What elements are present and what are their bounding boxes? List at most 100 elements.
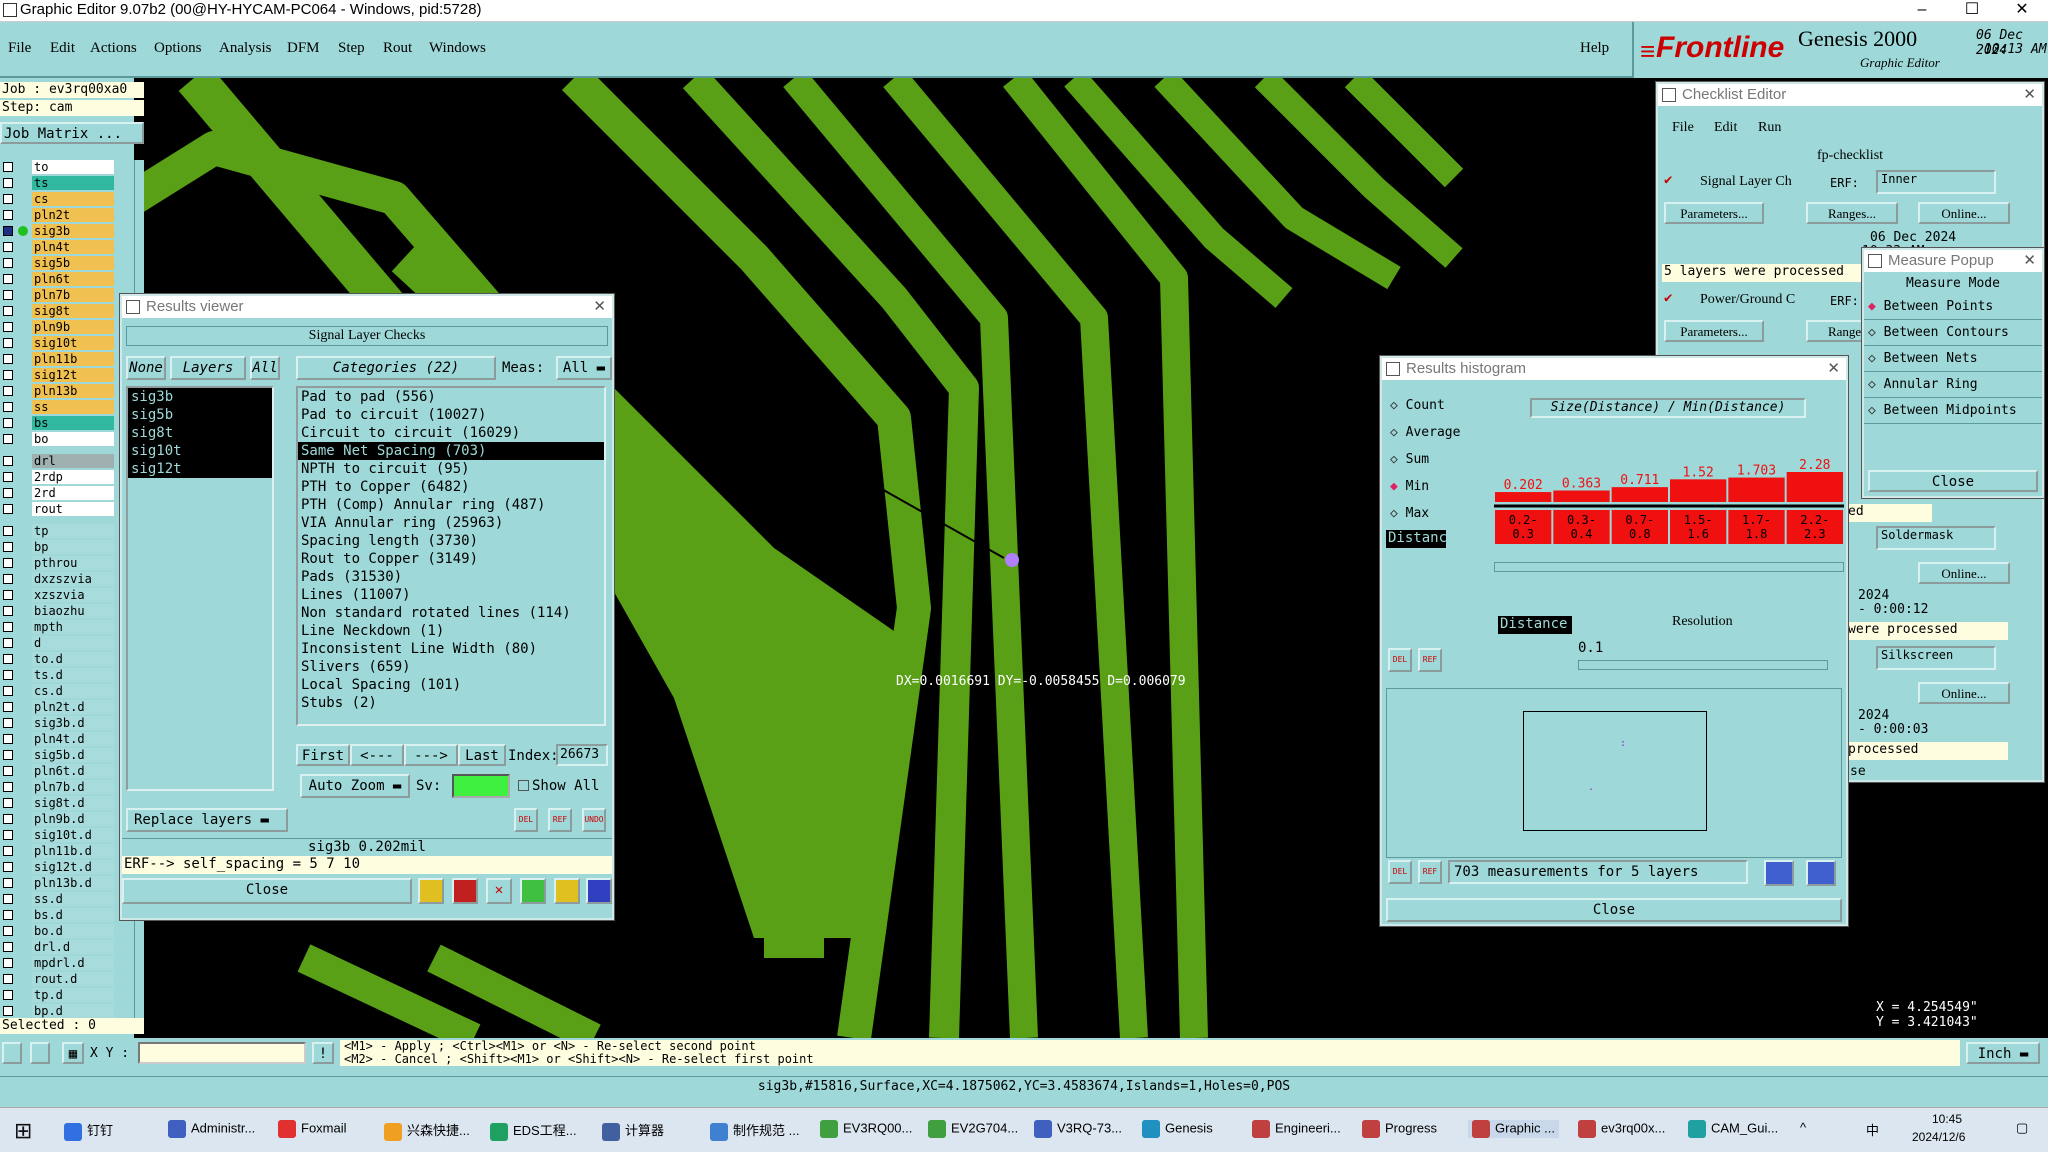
layer-row[interactable]: pln2t [0,208,134,223]
layer-checkbox[interactable] [3,846,13,856]
taskbar-item[interactable]: Administr... [168,1120,255,1138]
layer-checkbox[interactable] [3,702,13,712]
refresh-icon[interactable]: REF [1418,648,1442,672]
category-item[interactable]: Lines (11007) [298,586,604,604]
layer-checkbox[interactable] [3,782,13,792]
layer-checkbox[interactable] [3,718,13,728]
layer-row[interactable]: pln6t.d [0,764,134,779]
layer-row[interactable]: tp.d [0,988,134,1003]
layer-row[interactable]: sig10t [0,336,134,351]
soldermask-erf-field[interactable]: Soldermask [1876,526,1996,550]
layer-checkbox[interactable] [3,194,13,204]
layer-checkbox[interactable] [3,178,13,188]
tool-icon-5[interactable] [554,878,580,904]
layer-row[interactable]: ts.d [0,668,134,683]
layer-checkbox[interactable] [3,814,13,824]
layers-button[interactable]: Layers [170,356,246,380]
layer-row[interactable]: xzszvia [0,588,134,603]
layer-checkbox[interactable] [3,526,13,536]
categories-list[interactable]: Pad to pad (556) Pad to circuit (10027) Ci… [296,386,606,726]
taskbar-item[interactable]: 钉钉 [64,1120,113,1141]
sv-select[interactable] [452,774,510,798]
measure-close-button[interactable]: Close [1868,470,2038,492]
meas-select[interactable]: All ▬ [556,356,612,380]
category-item[interactable]: Local Spacing (101) [298,676,604,694]
menu-file[interactable]: File [8,40,31,57]
checklist-menu-run[interactable]: Run [1758,120,1781,136]
distance-axis-item[interactable]: Distance [1498,616,1572,634]
layer-checkbox[interactable] [3,370,13,380]
layer-checkbox[interactable] [3,242,13,252]
layer-checkbox[interactable] [3,306,13,316]
notification-icon[interactable]: ▢ [2016,1120,2028,1136]
layer-checkbox[interactable] [3,558,13,568]
index-field[interactable]: 26673 [556,744,608,766]
grid-icon[interactable]: ▦ [62,1042,84,1064]
start-icon[interactable]: ⊞ [14,1118,32,1144]
layer-checkbox[interactable] [3,622,13,632]
taskbar-item[interactable]: CAM_Gui... [1688,1120,1778,1138]
refresh-icon[interactable]: REF [1418,860,1442,884]
layer-row[interactable]: sig3b [0,224,134,239]
last-button[interactable]: Last [458,744,506,766]
layer-row[interactable]: 2rdp [0,470,134,485]
layer-row[interactable]: bp.d [0,1004,134,1019]
prev-button[interactable]: <--- [350,744,404,766]
category-item[interactable]: Slivers (659) [298,658,604,676]
layer-row[interactable]: 2rd [0,486,134,501]
layer-checkbox[interactable] [3,766,13,776]
layer-checkbox[interactable] [3,322,13,332]
close-icon[interactable]: ✕ [2023,250,2036,272]
none-button[interactable]: None [126,356,166,380]
item1-erf-field[interactable]: Inner [1876,170,1996,194]
result-layer-item[interactable]: sig8t [128,424,272,442]
measure-option[interactable]: ◇ Between Contours [1864,320,2042,346]
all-layers-button[interactable]: All [250,356,280,380]
layer-row[interactable]: pln4t.d [0,732,134,747]
category-item[interactable]: Pad to circuit (10027) [298,406,604,424]
taskbar-item[interactable]: Genesis [1142,1120,1213,1138]
layer-checkbox[interactable] [3,290,13,300]
close-icon[interactable]: ✕ [593,296,606,318]
layer-row[interactable]: ts [0,176,134,191]
check-mark-icon[interactable]: ✔ [1664,172,1672,188]
layer-checkbox[interactable] [3,878,13,888]
layer-checkbox[interactable] [3,750,13,760]
taskbar-item[interactable]: Progress [1362,1120,1437,1138]
layer-row[interactable]: pln2t.d [0,700,134,715]
distance-item[interactable]: Distance [1386,530,1455,548]
delete-icon[interactable]: DEL [1388,860,1412,884]
result-layer-item[interactable]: sig10t [128,442,272,460]
layer-checkbox[interactable] [3,590,13,600]
layer-row[interactable]: tp [0,524,134,539]
layer-row[interactable]: pln7b.d [0,780,134,795]
checklist-menu-file[interactable]: File [1672,120,1694,136]
layer-row[interactable]: drl [0,454,134,469]
menu-step[interactable]: Step [338,40,365,57]
results-layer-list[interactable]: sig3b sig5b sig8t sig10t sig12t [126,386,274,791]
first-button[interactable]: First [296,744,350,766]
silkscreen-erf-field[interactable]: Silkscreen [1876,646,1996,670]
layer-row[interactable]: pln7b [0,288,134,303]
menu-dfm[interactable]: DFM [287,40,320,57]
category-item[interactable]: VIA Annular ring (25963) [298,514,604,532]
layer-checkbox[interactable] [3,338,13,348]
tool-icon-3[interactable]: ✕ [486,878,512,904]
taskbar-item[interactable]: 计算器 [602,1120,664,1141]
histogram-option[interactable]: ◇ Average [1386,419,1486,446]
check-mark-icon[interactable]: ✔ [1664,290,1672,306]
layer-row[interactable]: biaozhu [0,604,134,619]
taskbar-item[interactable]: Graphic ... [1468,1120,1559,1138]
layer-row[interactable]: sig8t.d [0,796,134,811]
show-all-checkbox[interactable] [518,780,529,791]
layer-row[interactable]: mpth [0,620,134,635]
layer-row[interactable]: rout [0,502,134,517]
menu-windows[interactable]: Windows [429,40,486,57]
tool-icon-1[interactable] [418,878,444,904]
taskbar-item[interactable]: EDS工程... [490,1120,577,1141]
resolution-slider[interactable] [1578,660,1828,670]
layer-checkbox[interactable] [3,910,13,920]
tool-icon[interactable] [30,1042,50,1064]
category-item[interactable]: Inconsistent Line Width (80) [298,640,604,658]
item1-ranges-button[interactable]: Ranges... [1806,202,1898,224]
